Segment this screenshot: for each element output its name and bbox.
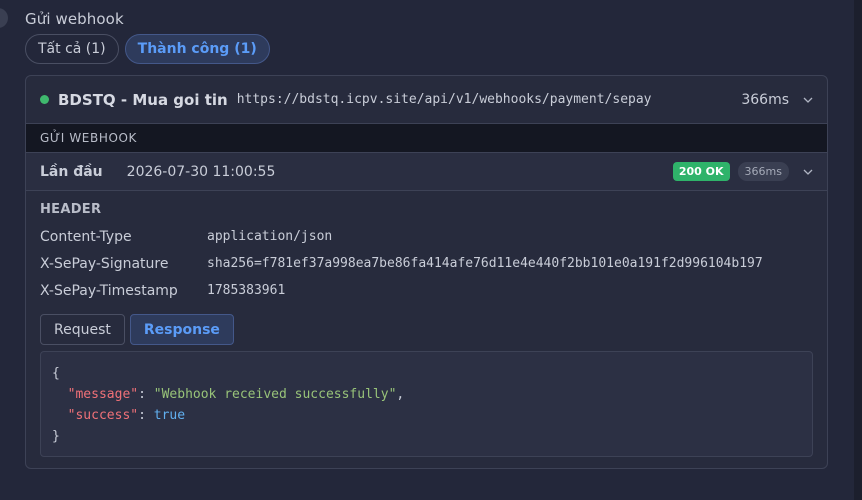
timeline-dot <box>0 8 8 28</box>
header-key: X-SePay-Signature <box>40 255 169 272</box>
header-row: Content-Type application/json <box>40 223 813 250</box>
filter-success-button[interactable]: Thành công (1) <box>124 34 270 64</box>
code-key: "success" <box>67 408 139 423</box>
webhook-duration: 366ms <box>741 91 789 108</box>
code-brace: } <box>52 429 60 444</box>
response-body: { "message": "Webhook received successfu… <box>40 351 813 457</box>
code-key: "message" <box>67 387 139 402</box>
code-line: "message": "Webhook received successfull… <box>67 387 405 402</box>
header-value: sha256=f781ef37a998ea7be86fa414afe76d11e… <box>207 256 763 271</box>
status-dot-icon <box>40 95 49 104</box>
chevron-down-icon[interactable] <box>803 95 813 105</box>
attempt-row[interactable]: Lần đầu 2026-07-30 11:00:55 200 OK 366ms <box>26 153 827 191</box>
attempt-details: HEADER Content-Type application/json X-S… <box>26 191 827 457</box>
status-badge: 200 OK <box>672 162 730 181</box>
code-boolean: true <box>153 408 186 423</box>
code-line: "success": true <box>67 408 186 423</box>
filter-all-button[interactable]: Tất cả (1) <box>25 34 119 64</box>
header-value: 1785383961 <box>207 283 286 298</box>
chevron-down-icon[interactable] <box>803 167 813 177</box>
header-key: X-SePay-Timestamp <box>40 282 178 299</box>
duration-badge: 366ms <box>737 162 789 181</box>
header-value: application/json <box>207 229 333 244</box>
attempt-label: Lần đầu <box>40 163 103 180</box>
section-title: Gửi webhook <box>25 10 124 28</box>
send-webhook-subheader: GỬI WEBHOOK <box>26 124 827 153</box>
attempt-datetime: 2026-07-30 11:00:55 <box>126 163 276 180</box>
scrollbar-track[interactable] <box>854 0 862 500</box>
webhook-card: BDSTQ - Mua goi tin https://bdstq.icpv.s… <box>25 75 828 469</box>
webhook-card-header[interactable]: BDSTQ - Mua goi tin https://bdstq.icpv.s… <box>26 76 827 124</box>
code-line: } <box>52 426 801 447</box>
webhook-url: https://bdstq.icpv.site/api/v1/webhooks/… <box>236 92 652 107</box>
payload-tabs: Request Response <box>40 314 813 345</box>
header-row: X-SePay-Timestamp 1785383961 <box>40 277 813 304</box>
tab-request[interactable]: Request <box>40 314 125 345</box>
headers-title: HEADER <box>40 202 102 217</box>
code-string: "Webhook received successfully" <box>153 387 397 402</box>
tab-response[interactable]: Response <box>129 314 234 345</box>
code-line: { <box>52 363 801 384</box>
webhook-app-name: BDSTQ - Mua goi tin <box>58 90 228 109</box>
header-row: X-SePay-Signature sha256=f781ef37a998ea7… <box>40 250 813 277</box>
filter-tabs: Tất cả (1) Thành công (1) <box>25 34 270 64</box>
header-key: Content-Type <box>40 228 132 245</box>
code-brace: { <box>52 366 60 381</box>
